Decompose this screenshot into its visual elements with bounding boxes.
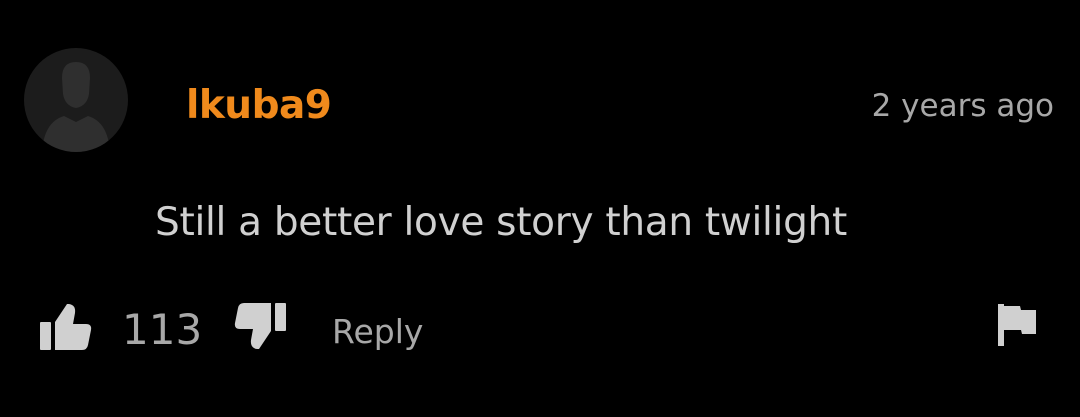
avatar[interactable]: [24, 48, 128, 152]
comment-timestamp: 2 years ago: [871, 88, 1054, 124]
thumbs-up-icon: [40, 304, 92, 350]
default-user-avatar-icon: [42, 62, 110, 152]
comment-username[interactable]: lkuba9: [186, 80, 332, 132]
report-button[interactable]: [998, 304, 1038, 346]
comment-item: lkuba9 2 years ago Still a better love s…: [0, 0, 1080, 417]
dislike-button[interactable]: [234, 303, 286, 349]
flag-icon: [998, 304, 1036, 346]
like-count: 113: [122, 305, 203, 354]
reply-button[interactable]: Reply: [332, 310, 423, 354]
thumbs-down-icon: [234, 303, 286, 349]
comment-text: Still a better love story than twilight: [155, 200, 847, 245]
like-button[interactable]: [40, 304, 92, 350]
